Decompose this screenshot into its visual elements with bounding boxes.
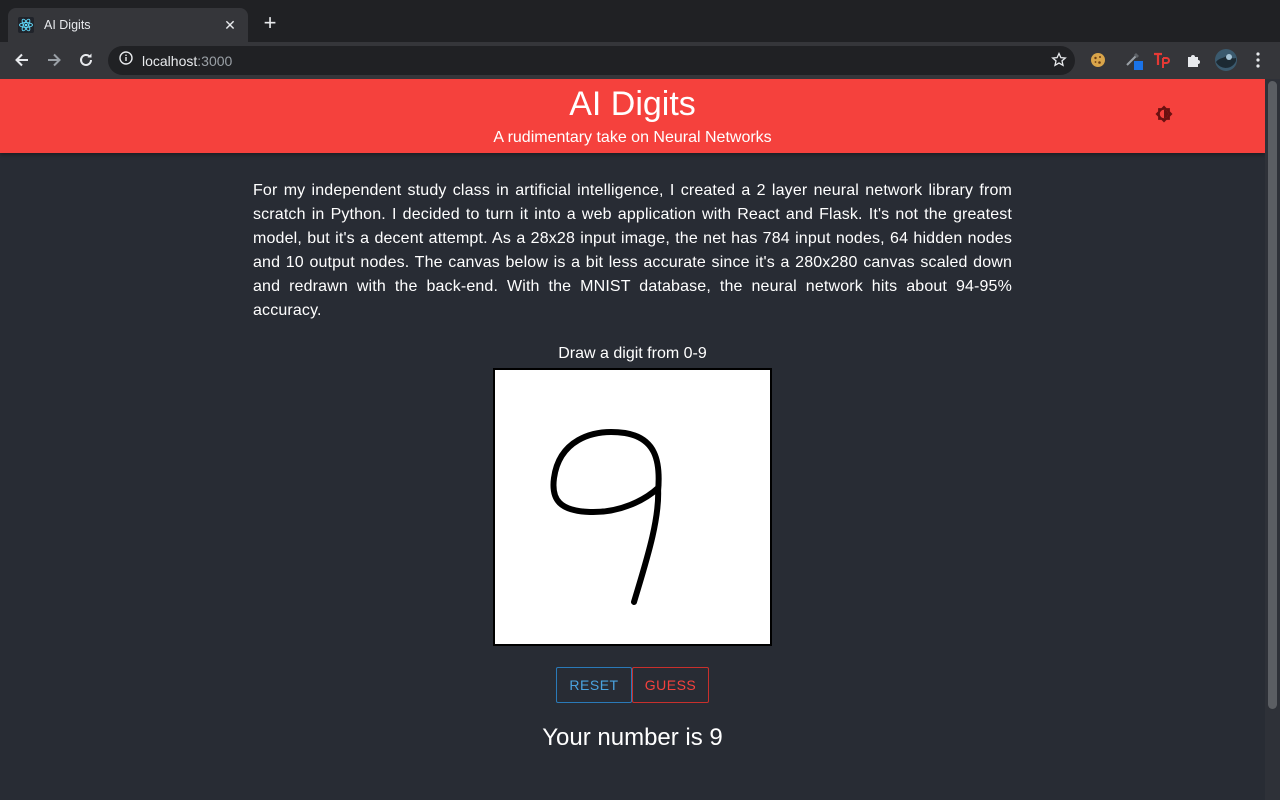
profile-avatar[interactable]: [1214, 48, 1238, 72]
tab-title: AI Digits: [44, 18, 91, 32]
page-subtitle: A rudimentary take on Neural Networks: [493, 129, 772, 146]
cookie-extension-icon[interactable]: [1088, 50, 1108, 70]
page-title: AI Digits: [569, 85, 696, 123]
app-header: AI Digits A rudimentary take on Neural N…: [0, 79, 1265, 153]
close-tab-icon[interactable]: ✕: [222, 17, 238, 34]
browser-menu-icon[interactable]: [1248, 50, 1268, 70]
forward-icon[interactable]: [42, 48, 66, 72]
scrollbar-thumb[interactable]: [1268, 81, 1277, 709]
react-logo-icon: [18, 17, 34, 33]
page-viewport: AI Digits A rudimentary take on Neural N…: [0, 79, 1280, 800]
page-scrollbar[interactable]: [1265, 79, 1280, 800]
drawn-stroke: [550, 429, 662, 605]
new-tab-icon[interactable]: +: [258, 12, 282, 36]
bookmark-star-icon[interactable]: [1051, 51, 1067, 68]
intro-paragraph: For my independent study class in artifi…: [253, 182, 1012, 319]
prediction-result: Your number is 9: [542, 724, 723, 751]
guess-button[interactable]: GUESS: [632, 667, 709, 703]
browser-tab[interactable]: AI Digits ✕: [8, 8, 248, 42]
theme-toggle-icon[interactable]: [1152, 102, 1176, 126]
extensions-puzzle-icon[interactable]: [1184, 50, 1204, 70]
back-icon[interactable]: [10, 48, 34, 72]
tp-extension-icon[interactable]: [1152, 50, 1172, 70]
canvas-label: Draw a digit from 0-9: [558, 345, 707, 362]
address-bar[interactable]: localhost:3000: [108, 46, 1075, 75]
browser-toolbar: localhost:3000: [0, 42, 1280, 79]
reload-icon[interactable]: [74, 48, 98, 72]
url-port: :3000: [197, 52, 233, 69]
drawing-canvas[interactable]: [493, 368, 772, 646]
info-icon[interactable]: [119, 51, 133, 70]
url-host: localhost: [142, 52, 198, 69]
eyedropper-extension-icon[interactable]: [1124, 50, 1144, 70]
reset-button[interactable]: RESET: [556, 667, 632, 703]
browser-tab-strip: AI Digits ✕ +: [0, 0, 1280, 42]
